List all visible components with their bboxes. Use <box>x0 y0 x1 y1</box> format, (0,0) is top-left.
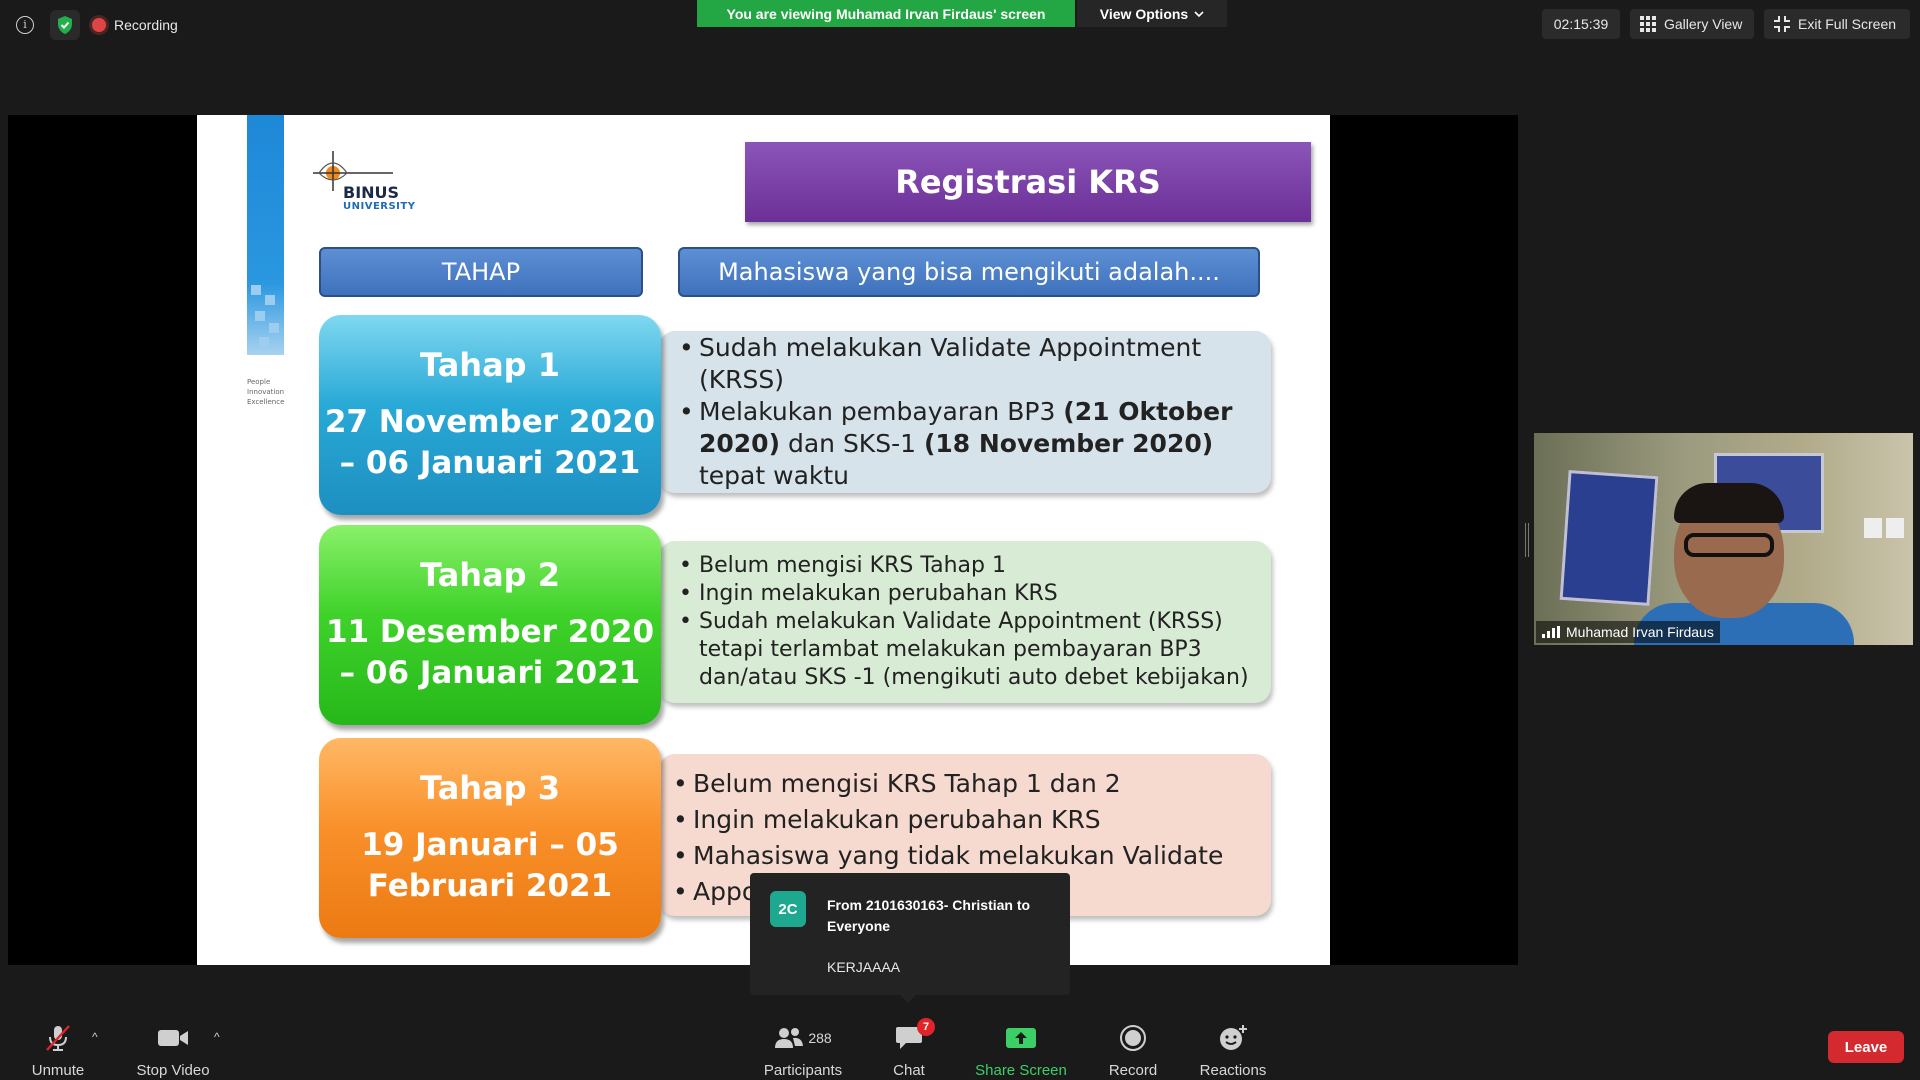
share-screen-icon <box>1006 1028 1036 1048</box>
chat-unread-badge: 7 <box>917 1018 935 1036</box>
view-options-button[interactable]: View Options <box>1077 0 1227 27</box>
exit-fullscreen-icon <box>1774 16 1790 32</box>
record-dot-icon <box>92 18 106 32</box>
chevron-down-icon <box>1194 10 1204 17</box>
recording-indicator[interactable]: Recording <box>92 12 178 38</box>
unmute-button[interactable]: Unmute <box>18 1008 98 1080</box>
participant-name-label: Muhamad Irvan Firdaus <box>1536 621 1720 643</box>
slide-title: Registrasi KRS <box>745 142 1311 222</box>
stage-2-box: Tahap 2 11 Desember 2020 – 06 Januari 20… <box>319 525 661 725</box>
stage-2-bullet: Sudah melakukan Validate Appointment (KR… <box>677 608 1251 692</box>
shield-check-icon[interactable] <box>50 10 80 40</box>
meeting-timer: 02:15:39 <box>1542 9 1620 39</box>
info-icon[interactable]: i <box>10 10 40 40</box>
top-bar: i Recording You are viewing Muhamad Irva… <box>0 0 1920 48</box>
chat-button[interactable]: 7 Chat <box>878 1008 940 1080</box>
exit-full-screen-label: Exit Full Screen <box>1798 16 1897 32</box>
header-mahasiswa: Mahasiswa yang bisa mengikuti adalah.... <box>678 247 1260 297</box>
stage-2-bullet: Belum mengisi KRS Tahap 1 <box>677 552 1251 580</box>
chat-notification-popup[interactable]: 2C From 2101630163- Christian to Everyon… <box>750 873 1070 1003</box>
video-options-caret-icon[interactable]: ^ <box>214 1030 220 1044</box>
video-camera-icon <box>158 1030 188 1046</box>
participants-icon <box>775 1028 804 1048</box>
chat-message: KERJAAAA <box>827 959 901 975</box>
reactions-button[interactable]: Reactions <box>1192 1008 1274 1080</box>
stage-2-description: Belum mengisi KRS Tahap 1 Ingin melakuka… <box>659 541 1271 703</box>
meeting-toolbar: Unmute ^ Stop Video ^ 288 Participants 7 <box>0 1008 1920 1080</box>
exit-full-screen-button[interactable]: Exit Full Screen <box>1764 9 1910 39</box>
stage-3-bullet: Ingin melakukan perubahan KRS <box>671 802 1251 838</box>
gallery-view-label: Gallery View <box>1664 16 1743 32</box>
stop-video-button[interactable]: Stop Video <box>130 1008 216 1080</box>
header-tahap: TAHAP <box>319 247 643 297</box>
participants-button[interactable]: 288 Participants <box>756 1008 850 1080</box>
binus-logo: BINUS UNIVERSITY <box>307 143 427 213</box>
slide-decorative-stripe <box>247 115 284 355</box>
participant-video-tile[interactable]: Muhamad Irvan Firdaus <box>1534 433 1913 645</box>
recording-label: Recording <box>114 17 178 33</box>
leave-button[interactable]: Leave <box>1828 1031 1904 1063</box>
avatar: 2C <box>770 891 806 927</box>
stage-row-1: Sudah melakukan Validate Appointment (KR… <box>319 315 1274 515</box>
gallery-view-button[interactable]: Gallery View <box>1630 9 1754 39</box>
presentation-slide: People Innovation Excellence BINUS UNIVE… <box>197 115 1330 965</box>
record-icon <box>1120 1025 1146 1051</box>
stage-row-2: Belum mengisi KRS Tahap 1 Ingin melakuka… <box>319 525 1274 725</box>
stage-2-bullet: Ingin melakukan perubahan KRS <box>677 580 1251 608</box>
viewing-banner: You are viewing Muhamad Irvan Firdaus' s… <box>697 0 1075 27</box>
stage-1-description: Sudah melakukan Validate Appointment (KR… <box>659 331 1271 493</box>
grid-icon <box>1640 16 1656 32</box>
stage-1-box: Tahap 1 27 November 2020 – 06 Januari 20… <box>319 315 661 515</box>
stage-3-box: Tahap 3 19 Januari – 05 Februari 2021 <box>319 738 661 938</box>
stage-1-bullet: Sudah melakukan Validate Appointment (KR… <box>677 332 1251 396</box>
stage-3-bullet: Mahasiswa yang tidak melakukan Validate <box>671 838 1251 874</box>
share-screen-button[interactable]: Share Screen <box>970 1008 1072 1080</box>
panel-resize-handle[interactable] <box>1525 523 1529 557</box>
view-options-label: View Options <box>1099 5 1189 22</box>
signal-strength-icon <box>1542 626 1560 638</box>
stage-1-bullet: Melakukan pembayaran BP3 (21 Oktober 202… <box>677 396 1251 492</box>
audio-options-caret-icon[interactable]: ^ <box>92 1030 98 1044</box>
chat-sender: From 2101630163- Christian to Everyone <box>827 897 1031 934</box>
record-button[interactable]: Record <box>1098 1008 1168 1080</box>
participants-count: 288 <box>808 1030 832 1046</box>
stage-3-bullet: Belum mengisi KRS Tahap 1 dan 2 <box>671 766 1251 802</box>
slide-tagline: People Innovation Excellence <box>247 378 285 406</box>
microphone-muted-icon <box>46 1025 70 1051</box>
smiley-plus-icon <box>1220 1025 1247 1050</box>
